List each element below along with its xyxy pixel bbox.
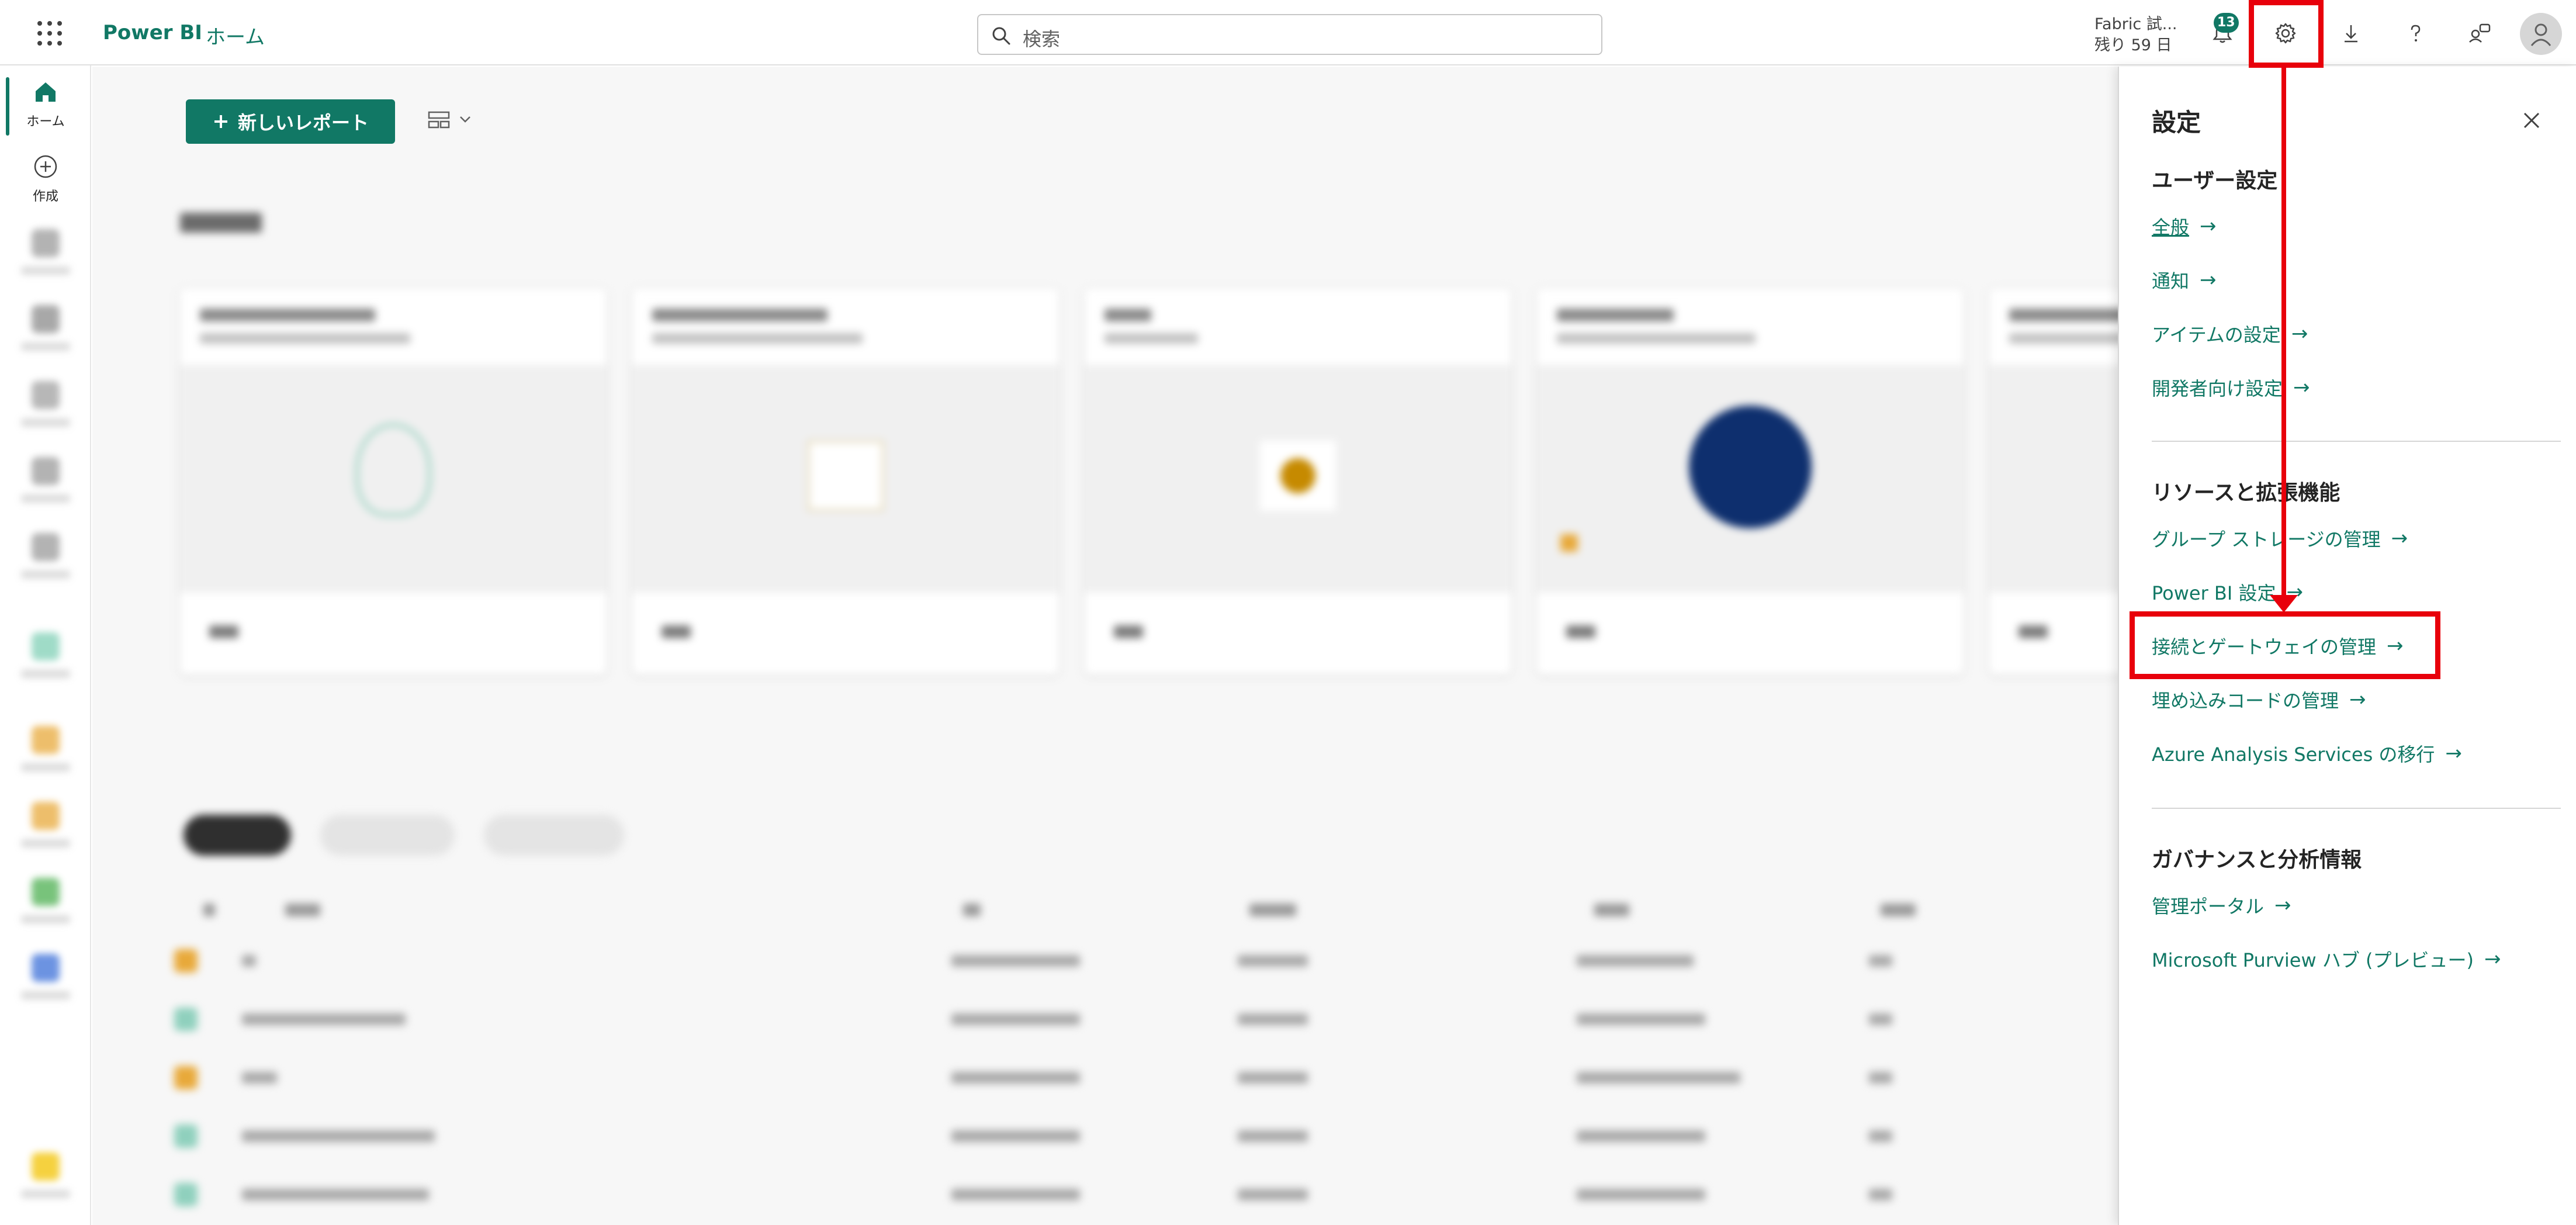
table-row [174,1107,2103,1165]
recommended-card [632,289,1059,674]
divider [2152,441,2561,442]
arrow-right-icon: → [2484,947,2501,971]
download-button[interactable] [2334,16,2368,50]
arrow-right-icon: → [2200,268,2217,292]
blurred-nav-items [0,206,91,1223]
arrow-right-icon: → [2274,894,2291,917]
link-purview-hub[interactable]: Microsoft Purview ハブ (プレビュー) → [2152,946,2501,973]
account-button[interactable] [2520,13,2562,55]
trial-days-left: 残り 59 日 [2094,36,2172,54]
new-report-button[interactable]: 新しいレポート [186,99,395,144]
link-azure-analysis-migration[interactable]: Azure Analysis Services の移行 → [2152,740,2462,767]
table-row [174,1165,2103,1224]
nav-item-create[interactable]: 作成 [0,153,91,205]
app-name[interactable]: Power BI [103,21,202,44]
recommended-card [1537,289,1964,674]
arrow-right-icon: → [2445,742,2462,765]
filter-pill [183,815,291,856]
blurred-content [92,166,2416,1225]
trial-name: Fabric 試... [2094,15,2177,33]
plus-icon [214,115,227,128]
section-heading-governance: ガバナンスと分析情報 [2152,848,2362,872]
settings-pane-title: 設定 [2152,108,2201,137]
link-label: 開発者向け設定 [2152,378,2283,400]
table-row [174,932,2103,990]
new-report-label: 新しいレポート [237,112,369,134]
create-icon [34,155,57,178]
section-heading-resources: リソースと拡張機能 [2152,481,2340,505]
link-label: Azure Analysis Services の移行 [2152,743,2435,766]
arrow-right-icon: → [2349,688,2366,711]
link-group-storage[interactable]: グループ ストレージの管理 → [2152,525,2408,552]
divider [2152,808,2561,809]
link-label: 埋め込みコードの管理 [2152,690,2339,712]
notification-count-badge: 13 [2214,13,2239,33]
search-placeholder: 検索 [1023,28,1061,50]
home-content: 新しいレポート [92,67,2416,1225]
app-launcher-icon[interactable] [37,21,62,46]
nav-item-home[interactable]: ホーム [0,78,91,130]
top-bar: Power BI ホーム 検索 Fabric 試... 残り 59 日 13 [0,0,2576,65]
arrow-right-icon: → [2391,527,2408,550]
filter-pill [320,815,455,856]
link-label: グループ ストレージの管理 [2152,528,2381,551]
link-label: 管理ポータル [2152,895,2265,918]
link-label: 全般 [2152,216,2190,238]
home-icon [36,82,56,102]
link-label: 通知 [2152,270,2190,292]
nav-item-label: ホーム [26,115,65,129]
close-button[interactable] [2520,109,2543,132]
link-label: Power BI 設定 [2152,582,2276,604]
annotation-box-connections [2130,611,2440,679]
help-icon [2411,25,2421,41]
download-icon [2345,25,2357,43]
view-toggle[interactable] [428,108,486,133]
feedback-button[interactable] [2463,16,2497,50]
breadcrumb-home[interactable]: ホーム [206,21,265,50]
recommended-card [180,289,607,674]
trial-status[interactable]: Fabric 試... 残り 59 日 [2094,14,2177,56]
arrow-right-icon: → [2200,214,2217,238]
filter-pill [484,815,624,856]
link-admin-portal[interactable]: 管理ポータル → [2152,892,2291,919]
search-input[interactable]: 検索 [977,14,1602,55]
link-embed-codes[interactable]: 埋め込みコードの管理 → [2152,686,2366,713]
recommended-card [1085,289,1511,674]
table-row [174,1048,2103,1107]
arrow-right-icon: → [2293,376,2310,399]
link-label: アイテムの設定 [2152,324,2281,346]
account-icon [2530,23,2551,46]
nav-item-label: 作成 [32,189,58,204]
arrow-right-icon: → [2291,322,2308,345]
link-label: Microsoft Purview ハブ (プレビュー) [2152,949,2474,971]
annotation-arrow-line [2281,68,2286,597]
link-notifications[interactable]: 通知 → [2152,267,2217,293]
left-navigation: ホーム 作成 [0,65,91,1225]
layout-icon [428,111,470,129]
annotation-box-settings [2249,0,2324,68]
link-general[interactable]: 全般 → [2152,213,2217,240]
section-heading-user-settings: ユーザー設定 [2152,169,2278,193]
close-icon [2523,112,2540,129]
help-button[interactable] [2398,16,2432,50]
table-row [174,990,2103,1048]
annotation-arrow-head [2270,595,2298,612]
search-icon [992,27,1010,45]
feedback-icon [2469,23,2491,43]
section-title-placeholder [180,213,262,233]
